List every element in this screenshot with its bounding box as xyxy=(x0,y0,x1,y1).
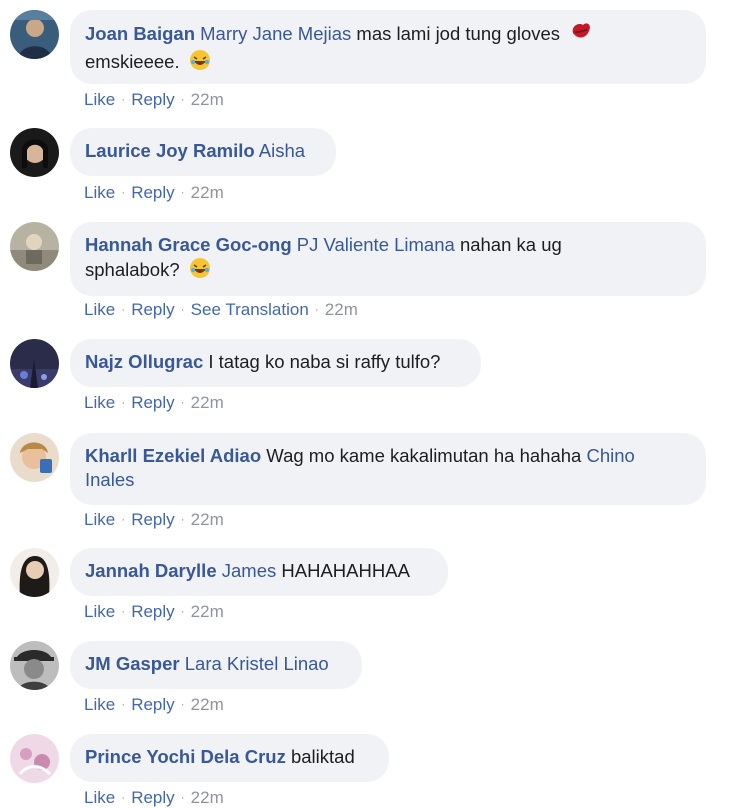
comment-mention[interactable]: PJ Valiente Limana xyxy=(297,234,455,255)
avatar[interactable] xyxy=(10,433,59,482)
comment-mention[interactable]: James xyxy=(222,560,277,581)
comment-mention[interactable]: Chino xyxy=(586,445,634,466)
reply-link[interactable]: Reply xyxy=(131,300,174,319)
comment-author[interactable]: Najz Ollugrac xyxy=(85,351,203,372)
like-link[interactable]: Like xyxy=(84,183,115,202)
reply-link[interactable]: Reply xyxy=(131,183,174,202)
avatar[interactable] xyxy=(10,548,59,597)
comment-timestamp[interactable]: 22m xyxy=(191,788,224,807)
comment-actions: Like · Reply · 22m xyxy=(84,602,224,621)
comment-actions: Like · Reply · 22m xyxy=(84,695,224,714)
avatar[interactable] xyxy=(10,641,59,690)
comment-text: baliktad xyxy=(290,746,355,767)
reply-link[interactable]: Reply xyxy=(131,602,174,621)
comment-text-continued: emskieeee. xyxy=(85,51,180,72)
lips-emoji-icon xyxy=(569,21,593,49)
like-link[interactable]: Like xyxy=(84,788,115,807)
comment-author[interactable]: Laurice Joy Ramilo xyxy=(85,140,255,161)
like-link[interactable]: Like xyxy=(84,393,115,412)
comment-timestamp[interactable]: 22m xyxy=(191,393,224,412)
comment-timestamp[interactable]: 22m xyxy=(191,602,224,621)
laughing-emoji-icon xyxy=(189,49,211,77)
comment-timestamp[interactable]: 22m xyxy=(325,300,358,319)
comment-timestamp[interactable]: 22m xyxy=(191,90,224,109)
comment-timestamp[interactable]: 22m xyxy=(191,183,224,202)
like-link[interactable]: Like xyxy=(84,90,115,109)
comment-mention[interactable]: Aisha xyxy=(259,140,305,161)
like-link[interactable]: Like xyxy=(84,695,115,714)
avatar[interactable] xyxy=(10,222,59,271)
like-link[interactable]: Like xyxy=(84,602,115,621)
reply-link[interactable]: Reply xyxy=(131,695,174,714)
comment-bubble: JM Gasper Lara Kristel Linao xyxy=(70,641,362,689)
comment-bubble: Prince Yochi Dela Cruz baliktad xyxy=(70,734,389,782)
avatar[interactable] xyxy=(10,734,59,783)
comment-author[interactable]: Hannah Grace Goc-ong xyxy=(85,234,292,255)
comment-actions: Like · Reply · 22m xyxy=(84,183,224,202)
comment-mention-continued[interactable]: Inales xyxy=(85,469,134,490)
comment-actions: Like · Reply · 22m xyxy=(84,90,224,109)
comment-author[interactable]: JM Gasper xyxy=(85,653,180,674)
comment-bubble: Joan Baigan Marry Jane Mejias mas lami j… xyxy=(70,10,706,84)
comment-mention[interactable]: Lara Kristel Linao xyxy=(185,653,329,674)
like-link[interactable]: Like xyxy=(84,300,115,319)
comment-bubble: Laurice Joy Ramilo Aisha xyxy=(70,128,336,176)
comment-actions: Like · Reply · 22m xyxy=(84,788,224,807)
comment-bubble: Kharll Ezekiel Adiao Wag mo kame kakalim… xyxy=(70,433,706,505)
comment-text: nahan ka ug xyxy=(459,234,562,255)
comment-author[interactable]: Prince Yochi Dela Cruz xyxy=(85,746,286,767)
comment-text: Wag mo kame kakalimutan ha hahaha xyxy=(266,445,582,466)
comment-text: I tatag ko naba si raffy tulfo? xyxy=(208,351,441,372)
comment-timestamp[interactable]: 22m xyxy=(191,695,224,714)
see-translation-link[interactable]: See Translation xyxy=(191,300,309,319)
comment-text: HAHAHAHHAA xyxy=(281,560,410,581)
reply-link[interactable]: Reply xyxy=(131,788,174,807)
comment-bubble: Hannah Grace Goc-ong PJ Valiente Limana … xyxy=(70,222,706,296)
comment-actions: Like · Reply · See Translation · 22m xyxy=(84,300,358,319)
comment-author[interactable]: Jannah Darylle xyxy=(85,560,217,581)
reply-link[interactable]: Reply xyxy=(131,393,174,412)
comment-text: mas lami jod tung gloves xyxy=(356,23,561,44)
like-link[interactable]: Like xyxy=(84,510,115,529)
comment-bubble: Jannah Darylle James HAHAHAHHAA xyxy=(70,548,448,596)
reply-link[interactable]: Reply xyxy=(131,510,174,529)
comment-author[interactable]: Joan Baigan xyxy=(85,23,195,44)
comment-actions: Like · Reply · 22m xyxy=(84,393,224,412)
comment-timestamp[interactable]: 22m xyxy=(191,510,224,529)
laughing-emoji-icon xyxy=(189,257,211,285)
comment-bubble: Najz Ollugrac I tatag ko naba si raffy t… xyxy=(70,339,481,387)
avatar[interactable] xyxy=(10,128,59,177)
avatar[interactable] xyxy=(10,10,59,59)
reply-link[interactable]: Reply xyxy=(131,90,174,109)
comment-actions: Like · Reply · 22m xyxy=(84,510,224,529)
comment-text-continued: sphalabok? xyxy=(85,259,180,280)
comment-mention[interactable]: Marry Jane Mejias xyxy=(200,23,351,44)
comment-author[interactable]: Kharll Ezekiel Adiao xyxy=(85,445,261,466)
avatar[interactable] xyxy=(10,339,59,388)
